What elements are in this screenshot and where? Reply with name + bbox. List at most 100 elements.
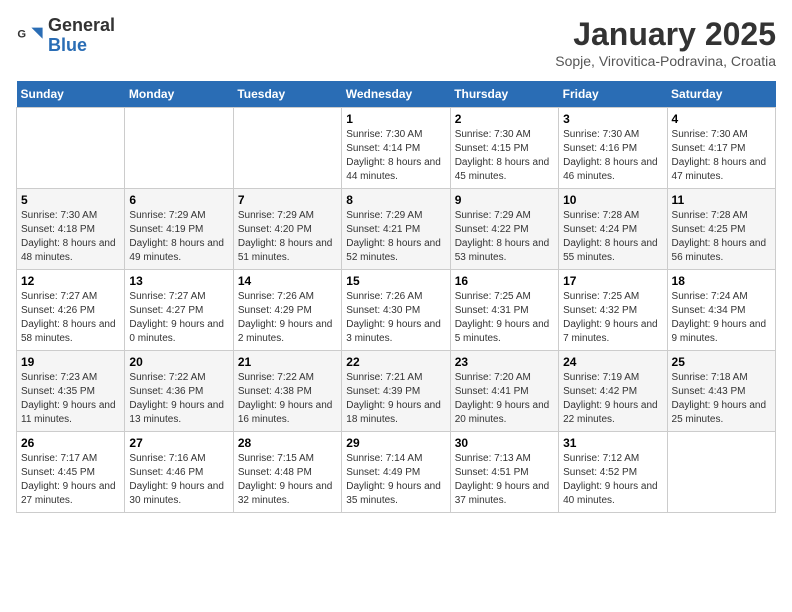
cell-day-number: 5 — [21, 193, 120, 207]
calendar-cell: 13Sunrise: 7:27 AM Sunset: 4:27 PM Dayli… — [125, 270, 233, 351]
calendar-cell: 14Sunrise: 7:26 AM Sunset: 4:29 PM Dayli… — [233, 270, 341, 351]
cell-info: Sunrise: 7:29 AM Sunset: 4:19 PM Dayligh… — [129, 209, 228, 265]
calendar-table: SundayMondayTuesdayWednesdayThursdayFrid… — [16, 81, 776, 513]
calendar-cell: 25 Sunrise: 7:18 AM Sunset: 4:43 PM Dayli… — [667, 351, 775, 432]
calendar-week-row: 19 Sunrise: 7:23 AM Sunset: 4:35 PM Dayli… — [17, 351, 776, 432]
cell-day-number: 28 — [238, 436, 337, 450]
calendar-cell: 26 Sunrise: 7:17 AM Sunset: 4:45 PM Dayli… — [17, 432, 125, 513]
calendar-cell: 19 Sunrise: 7:23 AM Sunset: 4:35 PM Dayli… — [17, 351, 125, 432]
calendar-title: January 2025 — [555, 16, 776, 53]
cell-day-number: 1 — [346, 112, 445, 126]
calendar-cell: 1 Sunrise: 7:30 AM Sunset: 4:14 PM Daylig… — [342, 108, 450, 189]
cell-day-number: 7 — [238, 193, 337, 207]
cell-day-number: 23 — [455, 355, 554, 369]
header: G General Blue January 2025 Sopje, Virov… — [16, 16, 776, 69]
cell-info: Sunrise: 7:19 AM Sunset: 4:42 PM Dayligh… — [563, 371, 662, 427]
day-header-saturday: Saturday — [667, 81, 775, 108]
cell-info: Sunrise: 7:28 AM Sunset: 4:24 PM Dayligh… — [563, 209, 662, 265]
logo-text-blue: Blue — [48, 35, 87, 55]
svg-text:G: G — [17, 28, 26, 40]
calendar-cell: 6 Sunrise: 7:29 AM Sunset: 4:19 PM Daylig… — [125, 189, 233, 270]
calendar-week-row: 5 Sunrise: 7:30 AM Sunset: 4:18 PM Daylig… — [17, 189, 776, 270]
calendar-cell: 24 Sunrise: 7:19 AM Sunset: 4:42 PM Dayli… — [559, 351, 667, 432]
cell-day-number: 18 — [672, 274, 771, 288]
cell-day-number: 29 — [346, 436, 445, 450]
cell-day-number: 19 — [21, 355, 120, 369]
cell-info: Sunrise: 7:18 AM Sunset: 4:43 PM Dayligh… — [672, 371, 771, 427]
calendar-cell: 30 Sunrise: 7:13 AM Sunset: 4:51 PM Dayli… — [450, 432, 558, 513]
cell-day-number: 2 — [455, 112, 554, 126]
cell-info: Sunrise: 7:26 AM Sunset: 4:30 PM Dayligh… — [346, 290, 445, 346]
cell-info: Sunrise: 7:23 AM Sunset: 4:35 PM Dayligh… — [21, 371, 120, 427]
cell-day-number: 25 — [672, 355, 771, 369]
cell-day-number: 12 — [21, 274, 120, 288]
logo-icon: G — [16, 22, 44, 50]
day-header-monday: Monday — [125, 81, 233, 108]
cell-info: Sunrise: 7:22 AM Sunset: 4:38 PM Dayligh… — [238, 371, 337, 427]
cell-day-number: 30 — [455, 436, 554, 450]
cell-info: Sunrise: 7:27 AM Sunset: 4:26 PM Dayligh… — [21, 290, 120, 346]
calendar-cell: 11Sunrise: 7:28 AM Sunset: 4:25 PM Dayli… — [667, 189, 775, 270]
calendar-cell — [125, 108, 233, 189]
cell-info: Sunrise: 7:30 AM Sunset: 4:14 PM Dayligh… — [346, 128, 445, 184]
cell-info: Sunrise: 7:17 AM Sunset: 4:45 PM Dayligh… — [21, 452, 120, 508]
cell-info: Sunrise: 7:24 AM Sunset: 4:34 PM Dayligh… — [672, 290, 771, 346]
calendar-cell: 29 Sunrise: 7:14 AM Sunset: 4:49 PM Dayli… — [342, 432, 450, 513]
calendar-week-row: 26 Sunrise: 7:17 AM Sunset: 4:45 PM Dayli… — [17, 432, 776, 513]
calendar-cell: 8Sunrise: 7:29 AM Sunset: 4:21 PM Daylig… — [342, 189, 450, 270]
cell-day-number: 31 — [563, 436, 662, 450]
calendar-cell: 3 Sunrise: 7:30 AM Sunset: 4:16 PM Daylig… — [559, 108, 667, 189]
day-header-wednesday: Wednesday — [342, 81, 450, 108]
calendar-header-row: SundayMondayTuesdayWednesdayThursdayFrid… — [17, 81, 776, 108]
calendar-cell — [17, 108, 125, 189]
calendar-cell: 10 Sunrise: 7:28 AM Sunset: 4:24 PM Dayli… — [559, 189, 667, 270]
calendar-cell: 7Sunrise: 7:29 AM Sunset: 4:20 PM Daylig… — [233, 189, 341, 270]
cell-info: Sunrise: 7:15 AM Sunset: 4:48 PM Dayligh… — [238, 452, 337, 508]
calendar-week-row: 12 Sunrise: 7:27 AM Sunset: 4:26 PM Dayli… — [17, 270, 776, 351]
calendar-cell — [233, 108, 341, 189]
cell-info: Sunrise: 7:27 AM Sunset: 4:27 PM Dayligh… — [129, 290, 228, 346]
calendar-cell — [667, 432, 775, 513]
logo: G General Blue — [16, 16, 115, 56]
calendar-cell: 21 Sunrise: 7:22 AM Sunset: 4:38 PM Dayli… — [233, 351, 341, 432]
calendar-cell: 22Sunrise: 7:21 AM Sunset: 4:39 PM Dayli… — [342, 351, 450, 432]
calendar-cell: 9Sunrise: 7:29 AM Sunset: 4:22 PM Daylig… — [450, 189, 558, 270]
cell-day-number: 9 — [455, 193, 554, 207]
calendar-cell: 4Sunrise: 7:30 AM Sunset: 4:17 PM Daylig… — [667, 108, 775, 189]
cell-day-number: 4 — [672, 112, 771, 126]
cell-info: Sunrise: 7:21 AM Sunset: 4:39 PM Dayligh… — [346, 371, 445, 427]
cell-info: Sunrise: 7:30 AM Sunset: 4:16 PM Dayligh… — [563, 128, 662, 184]
calendar-cell: 17Sunrise: 7:25 AM Sunset: 4:32 PM Dayli… — [559, 270, 667, 351]
calendar-cell: 18 Sunrise: 7:24 AM Sunset: 4:34 PM Dayli… — [667, 270, 775, 351]
cell-day-number: 17 — [563, 274, 662, 288]
day-header-friday: Friday — [559, 81, 667, 108]
cell-info: Sunrise: 7:14 AM Sunset: 4:49 PM Dayligh… — [346, 452, 445, 508]
cell-day-number: 10 — [563, 193, 662, 207]
cell-day-number: 21 — [238, 355, 337, 369]
cell-day-number: 8 — [346, 193, 445, 207]
cell-info: Sunrise: 7:30 AM Sunset: 4:18 PM Dayligh… — [21, 209, 120, 265]
title-section: January 2025 Sopje, Virovitica-Podravina… — [555, 16, 776, 69]
calendar-cell: 28 Sunrise: 7:15 AM Sunset: 4:48 PM Dayli… — [233, 432, 341, 513]
calendar-cell: 27Sunrise: 7:16 AM Sunset: 4:46 PM Dayli… — [125, 432, 233, 513]
logo-text-general: General — [48, 15, 115, 35]
cell-day-number: 26 — [21, 436, 120, 450]
cell-info: Sunrise: 7:25 AM Sunset: 4:31 PM Dayligh… — [455, 290, 554, 346]
cell-day-number: 6 — [129, 193, 228, 207]
calendar-cell: 23 Sunrise: 7:20 AM Sunset: 4:41 PM Dayli… — [450, 351, 558, 432]
calendar-cell: 20Sunrise: 7:22 AM Sunset: 4:36 PM Dayli… — [125, 351, 233, 432]
cell-day-number: 20 — [129, 355, 228, 369]
cell-day-number: 3 — [563, 112, 662, 126]
calendar-cell: 31Sunrise: 7:12 AM Sunset: 4:52 PM Dayli… — [559, 432, 667, 513]
cell-info: Sunrise: 7:20 AM Sunset: 4:41 PM Dayligh… — [455, 371, 554, 427]
cell-day-number: 24 — [563, 355, 662, 369]
day-header-thursday: Thursday — [450, 81, 558, 108]
cell-day-number: 11 — [672, 193, 771, 207]
cell-info: Sunrise: 7:16 AM Sunset: 4:46 PM Dayligh… — [129, 452, 228, 508]
cell-day-number: 15 — [346, 274, 445, 288]
calendar-subtitle: Sopje, Virovitica-Podravina, Croatia — [555, 53, 776, 69]
cell-info: Sunrise: 7:26 AM Sunset: 4:29 PM Dayligh… — [238, 290, 337, 346]
cell-info: Sunrise: 7:30 AM Sunset: 4:15 PM Dayligh… — [455, 128, 554, 184]
calendar-cell: 5 Sunrise: 7:30 AM Sunset: 4:18 PM Daylig… — [17, 189, 125, 270]
cell-info: Sunrise: 7:13 AM Sunset: 4:51 PM Dayligh… — [455, 452, 554, 508]
